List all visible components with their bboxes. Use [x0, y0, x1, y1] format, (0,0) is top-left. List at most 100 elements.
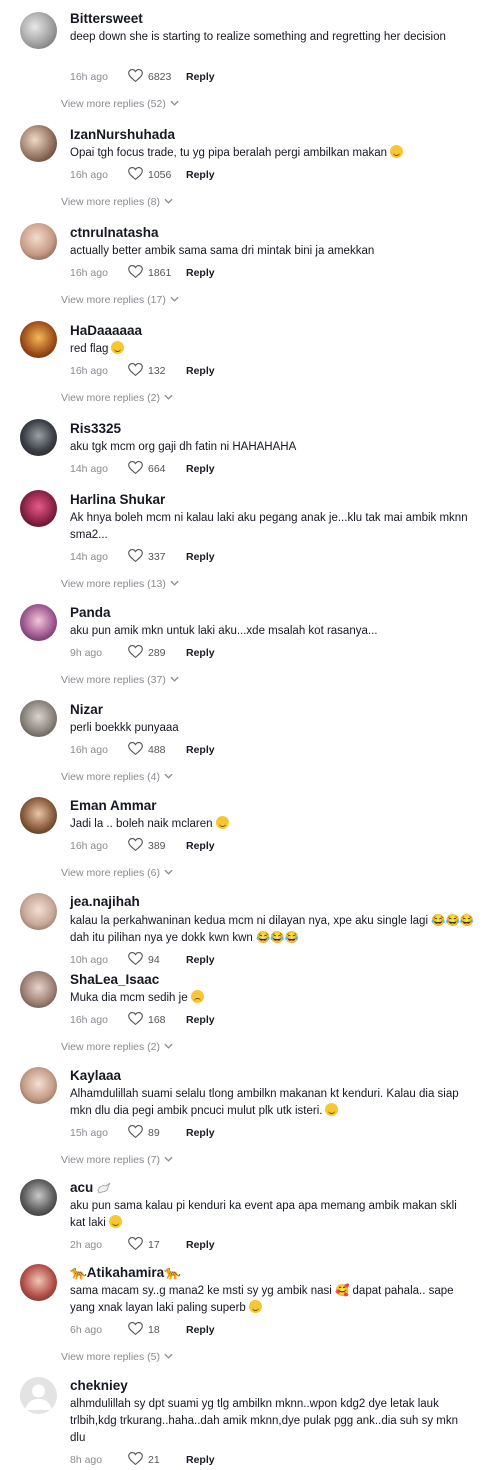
- avatar[interactable]: [20, 321, 57, 358]
- comment-text: aku pun amik mkn untuk laki aku...xde ms…: [70, 625, 378, 637]
- comment-username[interactable]: IzanNurshuhada: [70, 127, 175, 143]
- comment-username[interactable]: Nizar: [70, 702, 103, 718]
- comment-time: 16h ago: [70, 267, 108, 279]
- like-count: 21: [148, 1454, 160, 1466]
- comment-meta: 15h ago 89 Reply: [70, 1125, 215, 1139]
- view-more-replies[interactable]: View more replies (13): [61, 577, 179, 590]
- heart-outline-icon[interactable]: [128, 69, 143, 86]
- comment-text-content: Jadi la .. boleh naik mclaren: [70, 818, 213, 830]
- heart-outline-icon[interactable]: [128, 1012, 143, 1029]
- avatar[interactable]: [20, 971, 57, 1008]
- reply-button[interactable]: Reply: [186, 1013, 215, 1027]
- view-more-replies[interactable]: View more replies (8): [61, 195, 173, 208]
- comment-username[interactable]: HaDaaaaaa: [70, 323, 142, 339]
- reply-button[interactable]: Reply: [186, 462, 215, 476]
- reply-button[interactable]: Reply: [186, 1323, 215, 1337]
- comment-username[interactable]: acu: [70, 1180, 111, 1198]
- comment-time: 16h ago: [70, 71, 108, 83]
- comment-time: 10h ago: [70, 954, 108, 966]
- view-more-label: View more replies (2): [61, 1041, 161, 1053]
- comment-text: perli boekkk punyaaa: [70, 722, 179, 734]
- comment-username[interactable]: Ris3325: [70, 421, 121, 437]
- view-more-replies[interactable]: View more replies (52): [61, 97, 179, 110]
- avatar[interactable]: [20, 223, 57, 260]
- comment-username[interactable]: Eman Ammar: [70, 798, 157, 814]
- like-count: 168: [148, 1014, 166, 1026]
- heart-outline-icon[interactable]: [128, 167, 143, 184]
- heart-outline-icon[interactable]: [128, 265, 143, 282]
- comment-username[interactable]: Panda: [70, 605, 111, 621]
- comment-text: Opai tgh focus trade, tu yg pipa beralah…: [70, 145, 475, 162]
- heart-outline-icon[interactable]: [128, 838, 143, 855]
- reply-button[interactable]: Reply: [186, 1126, 215, 1140]
- heart-outline-icon[interactable]: [128, 1125, 143, 1142]
- heart-outline-icon[interactable]: [128, 1452, 143, 1469]
- heart-outline-icon[interactable]: [128, 549, 143, 566]
- reply-button[interactable]: Reply: [186, 1453, 215, 1467]
- chevron-down-icon: [164, 1040, 173, 1052]
- heart-outline-icon[interactable]: [128, 1322, 143, 1339]
- heart-outline-icon[interactable]: [128, 742, 143, 759]
- avatar[interactable]: [20, 1264, 57, 1301]
- avatar[interactable]: [20, 12, 57, 49]
- view-more-replies[interactable]: View more replies (5): [61, 1350, 173, 1363]
- avatar[interactable]: [20, 797, 57, 834]
- comment-meta: 6h ago 18 Reply: [70, 1322, 215, 1336]
- comment-meta: 14h ago 664 Reply: [70, 461, 215, 475]
- reply-button[interactable]: Reply: [186, 168, 215, 182]
- comment-username[interactable]: jea.najihah: [70, 894, 140, 910]
- view-more-label: View more replies (52): [61, 98, 166, 110]
- comment-text: aku tgk mcm org gaji dh fatin ni HAHAHAH…: [70, 441, 297, 453]
- reply-button[interactable]: Reply: [186, 1238, 215, 1252]
- reply-button[interactable]: Reply: [186, 646, 215, 660]
- reply-button[interactable]: Reply: [186, 266, 215, 280]
- view-more-replies[interactable]: View more replies (37): [61, 673, 179, 686]
- like-count: 94: [148, 954, 160, 966]
- avatar[interactable]: [20, 604, 57, 641]
- smile-emoji-icon: [390, 145, 404, 158]
- reply-button[interactable]: Reply: [186, 364, 215, 378]
- heart-outline-icon[interactable]: [128, 363, 143, 380]
- comment-username[interactable]: Kaylaaa: [70, 1068, 121, 1084]
- reply-button[interactable]: Reply: [186, 550, 215, 564]
- avatar[interactable]: [20, 125, 57, 162]
- heart-outline-icon[interactable]: [128, 1237, 143, 1254]
- comment-username[interactable]: Bittersweet: [70, 11, 143, 27]
- comment-meta: 16h ago 6823 Reply: [70, 69, 215, 83]
- username-label: acu: [70, 1180, 94, 1195]
- view-more-replies[interactable]: View more replies (6): [61, 866, 173, 879]
- comment-time: 16h ago: [70, 365, 108, 377]
- avatar[interactable]: [20, 1377, 57, 1414]
- view-more-replies[interactable]: View more replies (2): [61, 391, 173, 404]
- comment-text-content: Opai tgh focus trade, tu yg pipa beralah…: [70, 147, 388, 159]
- comment-meta: 16h ago 1056 Reply: [70, 167, 215, 181]
- view-more-label: View more replies (13): [61, 578, 166, 590]
- avatar[interactable]: [20, 893, 57, 930]
- comment-username[interactable]: ShaLea_Isaac: [70, 972, 159, 988]
- like-count: 89: [148, 1127, 160, 1139]
- avatar[interactable]: [20, 490, 57, 527]
- chevron-down-icon: [164, 1153, 173, 1165]
- avatar[interactable]: [20, 1179, 57, 1216]
- reply-button[interactable]: Reply: [186, 839, 215, 853]
- comment-username[interactable]: ctnrulnatasha: [70, 225, 159, 241]
- view-more-replies[interactable]: View more replies (17): [61, 293, 179, 306]
- view-more-replies[interactable]: View more replies (2): [61, 1040, 173, 1053]
- heart-outline-icon[interactable]: [128, 461, 143, 478]
- reply-button[interactable]: Reply: [186, 953, 215, 967]
- comment-username[interactable]: chekniey: [70, 1378, 128, 1394]
- view-more-replies[interactable]: View more replies (4): [61, 770, 173, 783]
- reply-button[interactable]: Reply: [186, 70, 215, 84]
- avatar[interactable]: [20, 419, 57, 456]
- view-more-replies[interactable]: View more replies (7): [61, 1153, 173, 1166]
- avatar[interactable]: [20, 1067, 57, 1104]
- reply-button[interactable]: Reply: [186, 743, 215, 757]
- comment-text-content: sama macam sy..g mana2 ke msti sy yg amb…: [70, 1285, 454, 1314]
- avatar[interactable]: [20, 700, 57, 737]
- like-count: 289: [148, 647, 166, 659]
- comment-meta: 2h ago 17 Reply: [70, 1237, 215, 1251]
- comment-username[interactable]: 🐆Atikahamira🐆: [70, 1265, 181, 1281]
- heart-outline-icon[interactable]: [128, 645, 143, 662]
- heart-outline-icon[interactable]: [128, 952, 143, 969]
- comment-username[interactable]: Harlina Shukar: [70, 492, 165, 508]
